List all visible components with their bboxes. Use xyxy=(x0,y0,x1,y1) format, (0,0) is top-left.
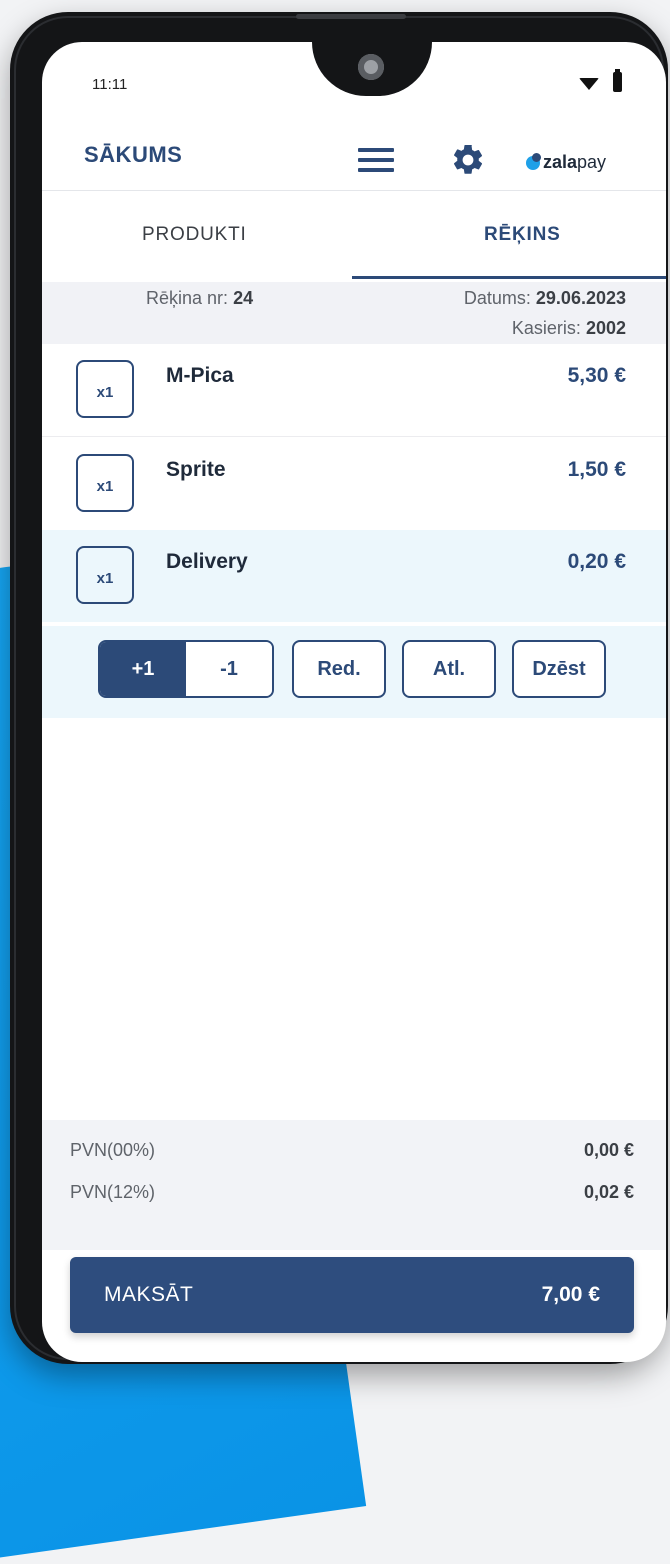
vat-row: PVN(12%) 0,02 € xyxy=(42,1172,666,1212)
invoice-date: Datums: 29.06.2023 xyxy=(463,288,626,308)
decrement-button[interactable]: -1 xyxy=(186,642,272,696)
status-time: 11:11 xyxy=(92,76,128,93)
item-price: 5,30 € xyxy=(567,364,626,387)
discount-button[interactable]: Atl. xyxy=(402,640,496,698)
quantity-button-group: +1 -1 xyxy=(98,640,274,698)
tab-bar: PRODUKTI RĒĶINS xyxy=(42,192,666,282)
item-price: 1,50 € xyxy=(567,458,626,481)
delete-button[interactable]: Dzēst xyxy=(512,640,606,698)
phone-frame: 11:11 SĀKUMS zalapay PRODUKTI RĒĶINS Rēķ… xyxy=(10,12,668,1364)
logo-mark-icon xyxy=(526,152,541,170)
vat-summary: PVN(00%) 0,00 € PVN(12%) 0,02 € xyxy=(42,1120,666,1250)
app-bar: SĀKUMS zalapay xyxy=(42,114,666,191)
menu-icon[interactable] xyxy=(358,148,394,172)
item-price: 0,20 € xyxy=(567,550,626,573)
invoice-number: Rēķina nr: 24 xyxy=(146,288,254,308)
quantity-box[interactable]: x1 xyxy=(76,360,134,418)
vat-row: PVN(00%) 0,00 € xyxy=(42,1130,666,1170)
pay-total: 7,00 € xyxy=(541,1283,600,1306)
vat-value: 0,00 € xyxy=(583,1140,634,1160)
app-screen: 11:11 SĀKUMS zalapay PRODUKTI RĒĶINS Rēķ… xyxy=(42,42,666,1362)
increment-button[interactable]: +1 xyxy=(100,642,186,696)
invoice-info: Rēķina nr: 24 Datums: 29.06.2023 Kasieri… xyxy=(42,282,666,344)
item-name: Delivery xyxy=(166,550,248,573)
phone-speaker xyxy=(296,14,406,19)
list-item-selected[interactable]: x1 Delivery 0,20 € xyxy=(42,530,666,622)
wifi-icon xyxy=(579,78,599,90)
list-item[interactable]: x1 M-Pica 5,30 € xyxy=(42,344,666,437)
quantity-box[interactable]: x1 xyxy=(76,546,134,604)
gear-icon[interactable] xyxy=(450,142,486,178)
invoice-cashier: Kasieris: 2002 xyxy=(511,318,626,338)
tab-produkti[interactable]: PRODUKTI xyxy=(142,224,247,246)
item-name: Sprite xyxy=(166,458,226,481)
tab-active-indicator xyxy=(352,276,666,279)
vat-label: PVN(12%) xyxy=(70,1182,156,1202)
tab-rekins[interactable]: RĒĶINS xyxy=(484,224,561,246)
item-name: M-Pica xyxy=(166,364,234,387)
vat-label: PVN(00%) xyxy=(70,1140,156,1160)
camera-icon xyxy=(358,54,384,80)
vat-value: 0,02 € xyxy=(583,1182,634,1202)
camera-notch xyxy=(312,42,432,96)
pay-label: MAKSĀT xyxy=(104,1283,194,1306)
page-title[interactable]: SĀKUMS xyxy=(84,142,182,168)
pay-button[interactable]: MAKSĀT 7,00 € xyxy=(70,1257,634,1333)
status-icons xyxy=(579,69,622,92)
item-actions: +1 -1 Red. Atl. Dzēst xyxy=(42,626,666,718)
edit-button[interactable]: Red. xyxy=(292,640,386,698)
battery-icon xyxy=(613,69,622,92)
zalapay-logo: zalapay xyxy=(526,152,606,173)
list-item[interactable]: x1 Sprite 1,50 € xyxy=(42,438,666,531)
quantity-box[interactable]: x1 xyxy=(76,454,134,512)
